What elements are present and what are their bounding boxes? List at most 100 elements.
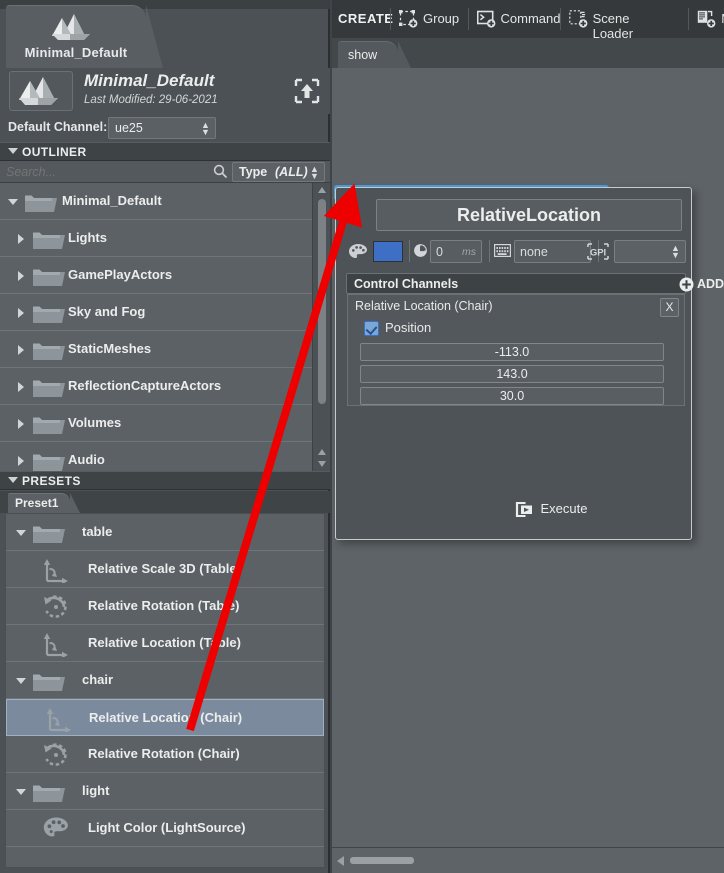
search-icon[interactable] <box>213 164 228 184</box>
control-channels-label: Control Channels <box>354 277 458 291</box>
scroll-up-arrow-icon[interactable] <box>318 449 326 455</box>
preset-item-relative-scale-3d-table-[interactable]: Relative Scale 3D (Table) <box>6 551 324 588</box>
project-tab[interactable]: Minimal_Default <box>6 5 146 68</box>
type-filter-select[interactable]: Type (ALL) ▲▼ <box>232 162 325 182</box>
shortcut-input[interactable]: none <box>514 240 591 263</box>
outliner-item-label: Audio <box>68 452 105 467</box>
preset-item-relative-rotation-table-[interactable]: Relative Rotation (Table) <box>6 588 324 625</box>
chevron-right-icon[interactable] <box>18 345 24 355</box>
color-swatch[interactable] <box>373 241 403 262</box>
right-area: CREATE GroupCommandScene LoaderMSE show … <box>332 0 724 873</box>
outliner-item-label: StaticMeshes <box>68 341 151 356</box>
palette-icon[interactable] <box>348 243 368 265</box>
chevron-right-icon[interactable] <box>18 419 24 429</box>
asset-thumbnail[interactable] <box>9 71 73 111</box>
preset-item-chair[interactable]: chair <box>6 662 324 699</box>
show-tabbar: show <box>332 38 724 68</box>
delay-input[interactable]: 0 ms <box>430 240 482 263</box>
presets-section-header[interactable]: PRESETS <box>0 471 330 490</box>
preset-item-label: Relative Location (Table) <box>88 635 241 650</box>
chevron-right-icon[interactable] <box>18 271 24 281</box>
folder-icon <box>32 228 66 255</box>
chevron-down-icon[interactable] <box>16 530 26 536</box>
svg-text:GPI: GPI <box>590 248 606 259</box>
tab-preset1[interactable]: Preset1 <box>8 493 70 513</box>
position-checkbox[interactable] <box>364 321 379 336</box>
type-filter-value: (ALL) <box>275 165 308 179</box>
scroll-down-arrow-icon[interactable] <box>318 461 326 467</box>
axis-transform-icon <box>42 557 70 588</box>
preset-item-label: Relative Scale 3D (Table) <box>88 561 241 576</box>
chevron-down-icon[interactable] <box>16 789 26 795</box>
scroll-up-arrow-icon[interactable] <box>318 187 326 193</box>
outliner-scrollbar[interactable] <box>312 183 330 471</box>
mountain-thumbnail-icon <box>50 12 98 42</box>
position-z-input[interactable]: 30.0 <box>360 387 664 405</box>
preset-item-light[interactable]: light <box>6 773 324 810</box>
chevron-down-icon[interactable] <box>8 199 18 205</box>
rotation-icon <box>42 594 70 625</box>
outliner-search-row: Type (ALL) ▲▼ <box>0 161 330 183</box>
position-x-input[interactable]: -113.0 <box>360 343 664 361</box>
preset-folder-label: chair <box>82 672 113 687</box>
relative-location-card[interactable]: RelativeLocation <box>335 187 692 540</box>
outliner-item-lights[interactable]: Lights <box>0 220 312 257</box>
shortcut-value: none <box>520 245 548 259</box>
chevron-down-icon <box>8 148 18 154</box>
preset-item-relative-location-chair-[interactable]: Relative Location (Chair) <box>6 699 324 736</box>
scroll-left-arrow-icon[interactable] <box>337 856 344 866</box>
spinner-arrows-icon: ▲▼ <box>671 245 679 259</box>
toolbar-separator <box>468 8 469 30</box>
default-channel-value: ue25 <box>115 121 143 135</box>
default-channel-row: Default Channel: ue25 ▲▼ <box>0 115 330 142</box>
chevron-right-icon[interactable] <box>18 456 24 466</box>
card-title-field[interactable]: RelativeLocation <box>376 199 682 231</box>
control-channels-header: Control Channels ADD <box>346 273 686 294</box>
position-y-input[interactable]: 143.0 <box>360 365 664 383</box>
outliner-item-audio[interactable]: Audio <box>0 442 312 471</box>
remove-channel-button[interactable]: X <box>660 298 679 317</box>
chevron-right-icon[interactable] <box>18 382 24 392</box>
outliner-item-minimal-default[interactable]: Minimal_Default <box>0 183 312 220</box>
execute-button[interactable]: Execute <box>336 499 693 521</box>
preset-folder-label: table <box>82 524 112 539</box>
upload-icon[interactable] <box>292 76 322 106</box>
execute-label: Execute <box>541 501 588 516</box>
outliner-item-label: Lights <box>68 230 107 245</box>
outliner-item-sky-and-fog[interactable]: Sky and Fog <box>0 294 312 331</box>
position-y-value: 143.0 <box>361 366 663 382</box>
toolbar-separator <box>390 8 391 30</box>
chevron-down-icon <box>8 477 18 483</box>
scrollbar-thumb[interactable] <box>318 199 326 404</box>
chevron-down-icon[interactable] <box>16 678 26 684</box>
chevron-right-icon[interactable] <box>18 308 24 318</box>
gpi-select[interactable]: ▲▼ <box>614 240 686 263</box>
folder-icon <box>32 450 66 471</box>
outliner-item-staticmeshes[interactable]: StaticMeshes <box>0 331 312 368</box>
clock-icon <box>413 243 428 263</box>
palette-icon <box>42 816 70 846</box>
search-input[interactable] <box>0 161 232 182</box>
channel-block: Relative Location (Chair) X Position -11… <box>347 294 685 406</box>
folder-icon <box>32 339 66 366</box>
hscrollbar-thumb[interactable] <box>350 857 414 864</box>
preset-item-relative-rotation-chair-[interactable]: Relative Rotation (Chair) <box>6 736 324 773</box>
position-label: Position <box>385 320 431 335</box>
preset-tab-label: Preset1 <box>15 496 58 510</box>
horizontal-scrollbar[interactable] <box>332 847 724 873</box>
chevron-right-icon[interactable] <box>18 234 24 244</box>
card-toolbar: 0 ms <box>346 238 686 264</box>
preset-item-relative-location-table-[interactable]: Relative Location (Table) <box>6 625 324 662</box>
outliner-item-gameplayactors[interactable]: GamePlayActors <box>0 257 312 294</box>
spinner-arrows-icon: ▲▼ <box>310 166 318 180</box>
outliner-item-reflectioncaptureactors[interactable]: ReflectionCaptureActors <box>0 368 312 405</box>
default-channel-select[interactable]: ue25 ▲▼ <box>108 117 216 139</box>
outliner-item-volumes[interactable]: Volumes <box>0 405 312 442</box>
execute-icon <box>515 501 534 523</box>
tab-show[interactable]: show <box>338 41 398 68</box>
preset-item-table[interactable]: table <box>6 514 324 551</box>
outliner-section-header[interactable]: OUTLINER <box>0 142 330 161</box>
preset-item-light-color-lightsource-[interactable]: Light Color (LightSource) <box>6 810 324 847</box>
folder-icon <box>32 781 66 808</box>
delay-unit: ms <box>462 246 476 258</box>
